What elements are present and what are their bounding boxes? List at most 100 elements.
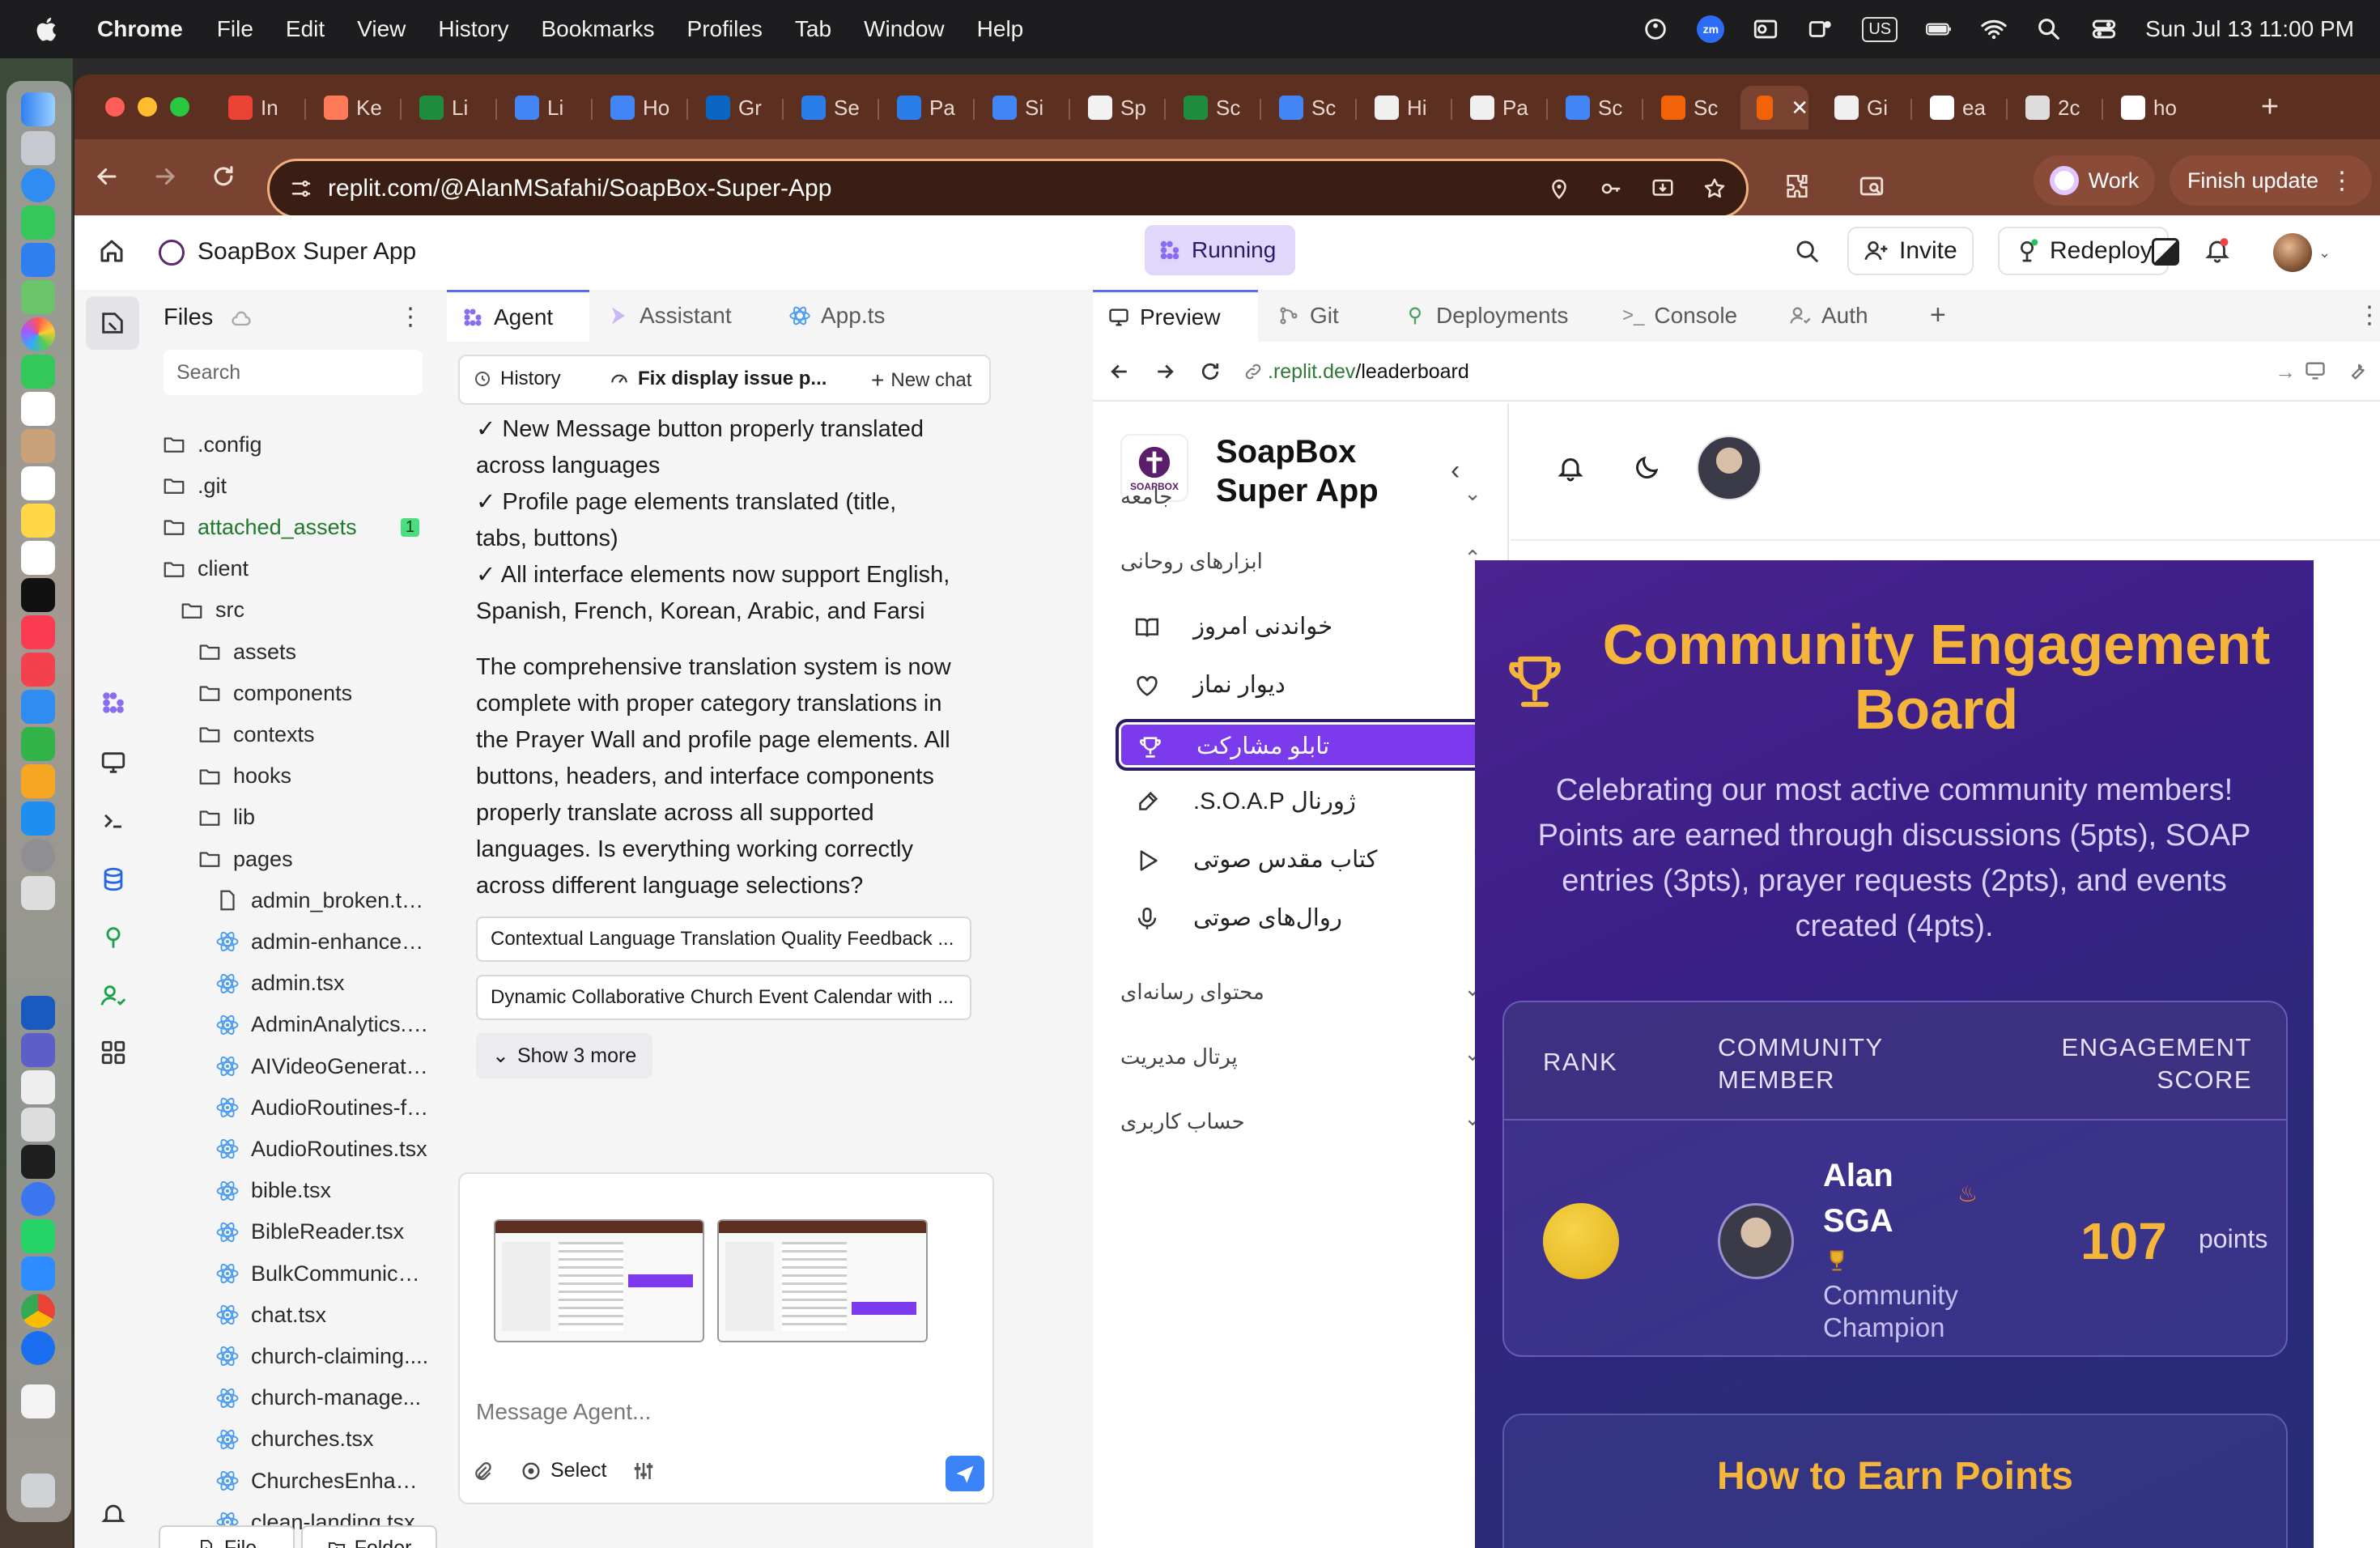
apple-menu-icon[interactable] bbox=[34, 15, 62, 43]
nav-item[interactable]: دیوار نماز bbox=[1116, 661, 1490, 712]
files-menu-icon[interactable]: ⋮ bbox=[398, 303, 423, 331]
file-tree-file[interactable]: AdminAnalytics.tsx bbox=[215, 1006, 429, 1044]
select-element-button[interactable]: Select bbox=[520, 1459, 606, 1482]
menu-window[interactable]: Window bbox=[864, 16, 945, 42]
dock-chrome-icon[interactable] bbox=[21, 1294, 55, 1328]
console-tool-icon[interactable] bbox=[96, 803, 131, 839]
dock-document-icon[interactable] bbox=[21, 1384, 55, 1418]
file-tree-folder[interactable]: hooks bbox=[198, 758, 429, 795]
file-tree-file[interactable]: AudioRoutines.tsx bbox=[215, 1130, 429, 1167]
nav-item[interactable]: کتاب مقدس صوتی bbox=[1116, 836, 1490, 887]
input-source-indicator[interactable]: US bbox=[1862, 16, 1898, 42]
agent-message-input[interactable]: Message Agent... bbox=[476, 1399, 651, 1425]
browser-tab[interactable]: Sc bbox=[1167, 86, 1263, 130]
dock-trash-icon[interactable] bbox=[21, 1474, 55, 1508]
dock-keynote-icon[interactable] bbox=[21, 690, 55, 724]
dock-notes-icon[interactable] bbox=[21, 504, 55, 538]
file-tree-file[interactable]: BibleReader.tsx bbox=[215, 1214, 429, 1251]
close-tab-icon[interactable]: ✕ bbox=[1791, 96, 1808, 121]
dock-zoom-icon[interactable] bbox=[21, 1257, 55, 1291]
address-bar[interactable]: replit.com/@AlanMSafahi/SoapBox-Super-Ap… bbox=[267, 159, 1749, 219]
file-tree-folder[interactable]: components bbox=[198, 674, 429, 712]
file-tree-folder[interactable]: client bbox=[162, 551, 429, 588]
dock-messages-icon[interactable] bbox=[21, 206, 55, 240]
browser-tab[interactable]: Li bbox=[403, 86, 499, 130]
nav-item[interactable]: تابلو مشارکت bbox=[1116, 719, 1490, 771]
back-icon[interactable] bbox=[91, 160, 123, 193]
run-status-button[interactable]: Running bbox=[1145, 225, 1295, 275]
menu-file[interactable]: File bbox=[217, 16, 253, 42]
browser-tab[interactable]: Pa bbox=[881, 86, 976, 130]
tab-agent[interactable]: Agent bbox=[447, 290, 589, 342]
preview-menu-icon[interactable]: ⋮ bbox=[2357, 301, 2380, 330]
dock-tv-icon[interactable] bbox=[21, 578, 55, 612]
new-chat-button[interactable]: + New chat bbox=[871, 368, 971, 393]
file-tree-folder[interactable]: .git bbox=[162, 467, 429, 504]
browser-tab[interactable]: Sc bbox=[1263, 86, 1358, 130]
dock-1password-icon[interactable] bbox=[21, 1331, 55, 1365]
invite-button[interactable]: Invite bbox=[1847, 227, 1974, 275]
file-tree-file[interactable]: church-claiming.... bbox=[215, 1337, 429, 1375]
menu-clock[interactable]: Sun Jul 13 11:00 PM bbox=[2145, 16, 2354, 42]
minimize-window-button[interactable] bbox=[138, 97, 157, 117]
wifi-icon[interactable] bbox=[1980, 15, 2008, 43]
dock-settings-icon[interactable] bbox=[21, 839, 55, 873]
webview-forward-icon[interactable] bbox=[1153, 359, 1177, 388]
file-tree-file[interactable]: bible.tsx bbox=[215, 1172, 429, 1210]
browser-tab[interactable]: Gr bbox=[690, 86, 785, 130]
site-info-icon[interactable] bbox=[289, 176, 313, 201]
browser-tab[interactable]: Hi bbox=[1358, 86, 1454, 130]
dark-mode-moon-icon[interactable] bbox=[1632, 453, 1661, 487]
browser-tab[interactable]: Ke bbox=[308, 86, 403, 130]
attachment-thumbnail-1[interactable] bbox=[494, 1219, 704, 1342]
nav-item[interactable]: خواندنی امروز bbox=[1116, 602, 1490, 654]
dock-pages-icon[interactable] bbox=[21, 764, 55, 798]
dock-numbers-icon[interactable] bbox=[21, 727, 55, 761]
dock-word-icon[interactable] bbox=[21, 996, 55, 1030]
deploy-toggle-icon[interactable] bbox=[2152, 238, 2179, 266]
browser-tab[interactable]: ✕ bbox=[1740, 86, 1808, 130]
dock-whatsapp-icon[interactable] bbox=[21, 1219, 55, 1253]
files-search-input[interactable]: Search bbox=[164, 350, 423, 395]
file-tree-file[interactable]: AIVideoGenerato... bbox=[215, 1048, 429, 1085]
suggestion-chip-2[interactable]: Dynamic Collaborative Church Event Calen… bbox=[476, 975, 971, 1020]
menu-tab[interactable]: Tab bbox=[795, 16, 831, 42]
dock-appstore-icon[interactable] bbox=[21, 802, 55, 836]
tab-assistant[interactable]: Assistant bbox=[593, 290, 771, 342]
show-more-button[interactable]: ⌄ Show 3 more bbox=[476, 1033, 653, 1078]
preview-tool-icon[interactable] bbox=[96, 745, 131, 780]
file-tree-folder[interactable]: contexts bbox=[198, 716, 429, 753]
file-tree-folder[interactable]: src bbox=[180, 592, 429, 629]
dock-finder-icon[interactable] bbox=[21, 92, 55, 126]
file-tree-file[interactable]: admin.tsx bbox=[215, 965, 429, 1002]
webview-reload-icon[interactable] bbox=[1198, 359, 1222, 388]
menu-view[interactable]: View bbox=[357, 16, 406, 42]
tab-auth[interactable]: Auth bbox=[1774, 290, 1904, 342]
finish-update-button[interactable]: Finish update ⋮ bbox=[2170, 155, 2372, 206]
dock-reminders-icon[interactable] bbox=[21, 466, 55, 500]
dock-finder2-icon[interactable] bbox=[21, 1108, 55, 1142]
file-tree-file[interactable]: admin-enhanced... bbox=[215, 923, 429, 960]
nav-section-header[interactable]: پرتال مدیریت ⌄ bbox=[1116, 1033, 1490, 1085]
auth-tool-icon[interactable] bbox=[96, 978, 131, 1014]
tab-git[interactable]: Git bbox=[1263, 290, 1384, 342]
menu-profiles[interactable]: Profiles bbox=[687, 16, 763, 42]
profile-work-button[interactable]: Work bbox=[2034, 155, 2155, 206]
search-tabs-icon[interactable] bbox=[1855, 170, 1888, 202]
dock-iphone-mirroring-icon[interactable] bbox=[21, 876, 55, 910]
outlook-status-icon[interactable] bbox=[1752, 15, 1779, 43]
file-tree-file[interactable]: chat.tsx bbox=[215, 1296, 429, 1333]
dock-safari-icon[interactable] bbox=[21, 168, 55, 202]
deployments-tool-icon[interactable] bbox=[96, 920, 131, 955]
zoom-window-button[interactable] bbox=[170, 97, 189, 117]
file-tree-folder[interactable]: assets bbox=[198, 633, 429, 670]
dock-calendar-icon[interactable] bbox=[21, 392, 55, 426]
browser-tab[interactable]: Ho bbox=[594, 86, 690, 130]
app-notification-bell-icon[interactable] bbox=[1556, 453, 1585, 487]
browser-tab[interactable]: Pa bbox=[1454, 86, 1549, 130]
new-folder-button[interactable]: Folder bbox=[301, 1525, 437, 1548]
active-app-name[interactable]: Chrome bbox=[97, 16, 183, 42]
menu-help[interactable]: Help bbox=[977, 16, 1024, 42]
file-tree-folder[interactable]: pages bbox=[198, 840, 429, 878]
teams-status-icon[interactable] bbox=[1807, 15, 1834, 43]
